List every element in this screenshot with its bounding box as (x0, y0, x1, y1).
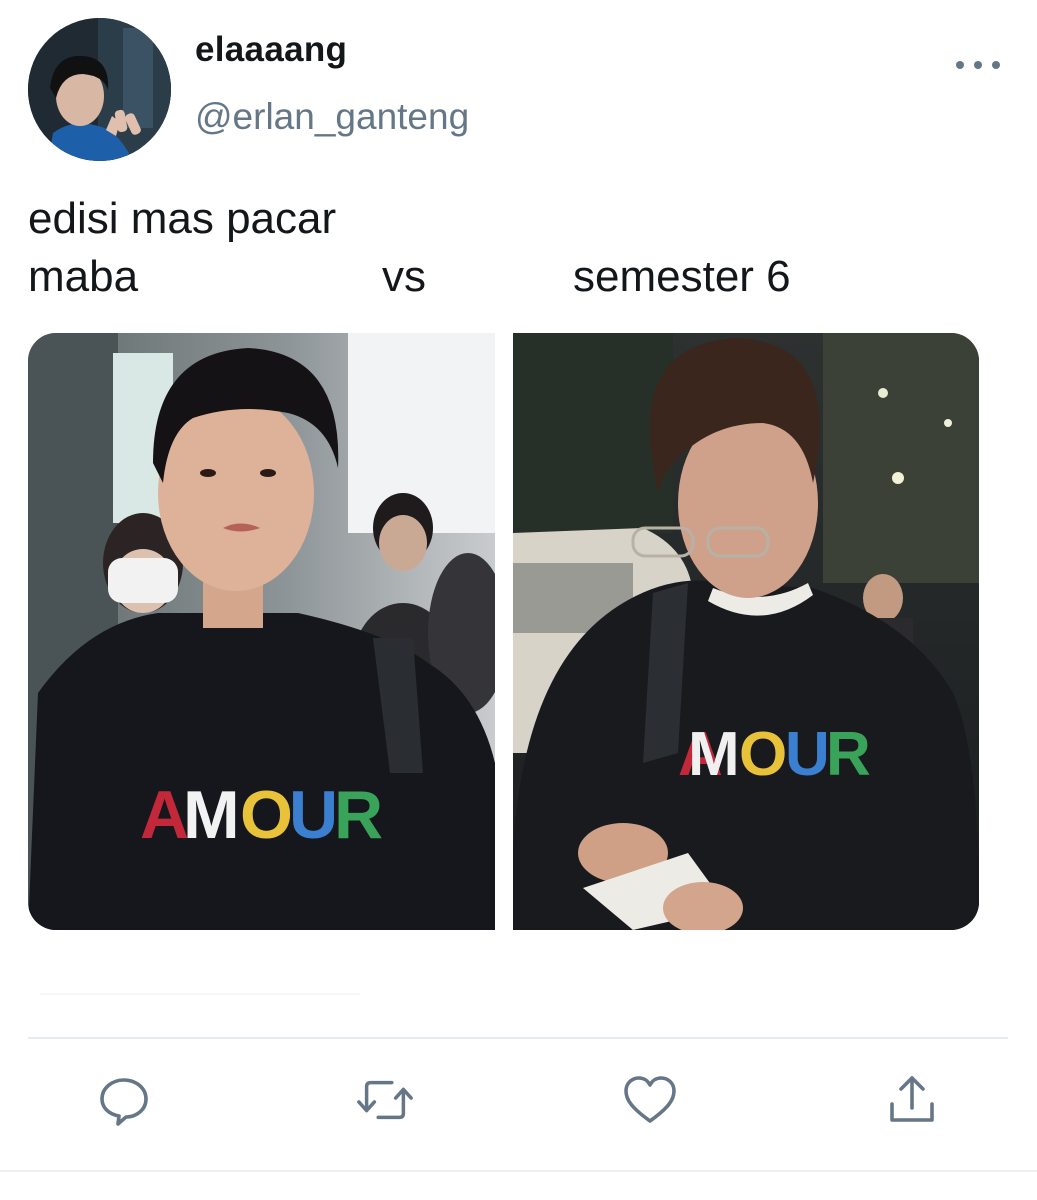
more-options-icon[interactable] (956, 50, 1000, 80)
tweet-card: elaaaang @erlan_ganteng edisi mas pacar … (0, 0, 1037, 1200)
svg-text:U: U (289, 777, 338, 853)
avatar[interactable] (28, 18, 171, 161)
tweet-media[interactable]: A M O U R A M O U R (28, 333, 979, 930)
svg-text:M: M (688, 720, 740, 789)
text-right: semester 6 (573, 252, 791, 301)
tweet-text-line1: edisi mas pacar (28, 194, 337, 243)
faint-line (40, 993, 360, 995)
dot (956, 61, 964, 69)
svg-text:R: R (826, 720, 871, 789)
photo-right[interactable]: A M O U R (512, 333, 979, 930)
dot (992, 61, 1000, 69)
reply-icon[interactable] (94, 1070, 154, 1130)
text-middle: vs (382, 252, 426, 301)
retweet-icon[interactable] (355, 1070, 415, 1130)
svg-text:O: O (739, 720, 787, 789)
divider (28, 1037, 1008, 1039)
action-bar (0, 1070, 1037, 1140)
text-left: maba (28, 252, 139, 301)
dot (974, 61, 982, 69)
user-handle[interactable]: @erlan_ganteng (195, 96, 469, 138)
svg-text:M: M (183, 777, 240, 853)
svg-text:A: A (140, 777, 189, 853)
svg-text:U: U (785, 720, 830, 789)
bottom-divider (0, 1170, 1037, 1172)
display-name[interactable]: elaaaang (195, 30, 347, 70)
photo-left[interactable]: A M O U R (28, 333, 495, 930)
svg-text:R: R (334, 777, 383, 853)
svg-text:O: O (240, 777, 293, 853)
like-icon[interactable] (620, 1070, 680, 1130)
tweet-text-line2: maba vs semester 6 (28, 248, 1008, 306)
share-icon[interactable] (882, 1070, 942, 1130)
tweet-text: edisi mas pacar maba vs semester 6 (28, 190, 1008, 306)
